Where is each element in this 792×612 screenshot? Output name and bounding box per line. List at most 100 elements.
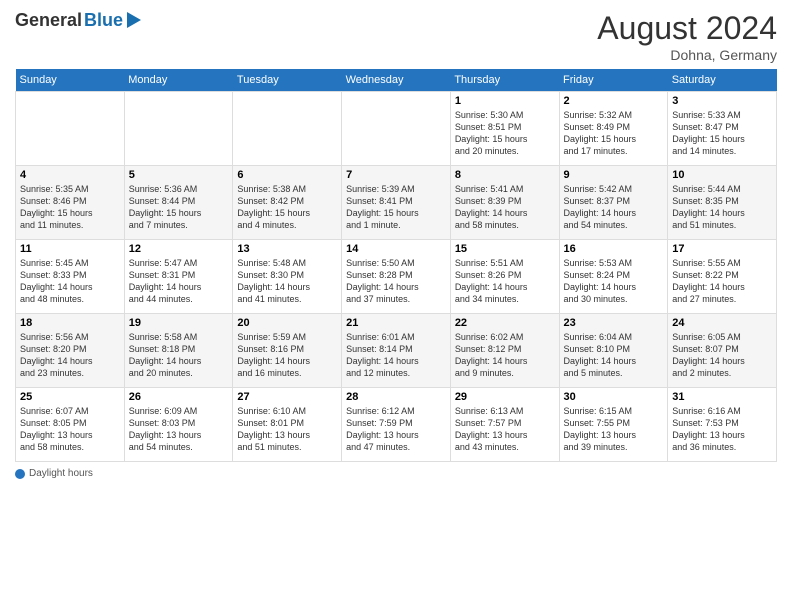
calendar-cell: 22Sunrise: 6:02 AM Sunset: 8:12 PM Dayli… bbox=[450, 314, 559, 388]
footer-label: Daylight hours bbox=[29, 468, 93, 479]
day-info: Sunrise: 5:38 AM Sunset: 8:42 PM Dayligh… bbox=[237, 183, 337, 232]
day-info: Sunrise: 5:48 AM Sunset: 8:30 PM Dayligh… bbox=[237, 257, 337, 306]
calendar-cell bbox=[233, 92, 342, 166]
day-info: Sunrise: 6:02 AM Sunset: 8:12 PM Dayligh… bbox=[455, 331, 555, 380]
day-number: 13 bbox=[237, 243, 337, 255]
calendar-cell: 31Sunrise: 6:16 AM Sunset: 7:53 PM Dayli… bbox=[668, 388, 777, 462]
day-info: Sunrise: 5:36 AM Sunset: 8:44 PM Dayligh… bbox=[129, 183, 229, 232]
day-number: 7 bbox=[346, 169, 446, 181]
calendar-week-row: 1 Sunrise: 5:30 AM Sunset: 8:51 PM Daylig… bbox=[16, 92, 777, 166]
calendar-week-row: 11Sunrise: 5:45 AM Sunset: 8:33 PM Dayli… bbox=[16, 240, 777, 314]
day-number: 26 bbox=[129, 391, 229, 403]
page-container: General Blue August 2024 Dohna, Germany … bbox=[0, 0, 792, 612]
day-info: Sunrise: 5:30 AM Sunset: 8:51 PM Dayligh… bbox=[455, 109, 555, 158]
footer: Daylight hours bbox=[15, 468, 777, 479]
day-number: 17 bbox=[672, 243, 772, 255]
calendar-header-friday: Friday bbox=[559, 69, 668, 92]
calendar-cell: 8Sunrise: 5:41 AM Sunset: 8:39 PM Daylig… bbox=[450, 166, 559, 240]
logo-blue-text: Blue bbox=[84, 10, 123, 31]
day-number: 14 bbox=[346, 243, 446, 255]
day-number: 28 bbox=[346, 391, 446, 403]
calendar-cell: 23Sunrise: 6:04 AM Sunset: 8:10 PM Dayli… bbox=[559, 314, 668, 388]
calendar-cell bbox=[342, 92, 451, 166]
day-number: 10 bbox=[672, 169, 772, 181]
calendar-header-monday: Monday bbox=[124, 69, 233, 92]
day-number: 24 bbox=[672, 317, 772, 329]
day-number: 9 bbox=[564, 169, 664, 181]
logo-general-text: General bbox=[15, 10, 82, 31]
month-title: August 2024 bbox=[597, 10, 777, 47]
calendar-cell: 27Sunrise: 6:10 AM Sunset: 8:01 PM Dayli… bbox=[233, 388, 342, 462]
day-number: 5 bbox=[129, 169, 229, 181]
day-number: 3 bbox=[672, 95, 772, 107]
day-info: Sunrise: 6:13 AM Sunset: 7:57 PM Dayligh… bbox=[455, 405, 555, 454]
day-info: Sunrise: 5:39 AM Sunset: 8:41 PM Dayligh… bbox=[346, 183, 446, 232]
logo-arrow-icon bbox=[127, 12, 141, 28]
day-info: Sunrise: 5:55 AM Sunset: 8:22 PM Dayligh… bbox=[672, 257, 772, 306]
day-info: Sunrise: 6:07 AM Sunset: 8:05 PM Dayligh… bbox=[20, 405, 120, 454]
calendar-header-thursday: Thursday bbox=[450, 69, 559, 92]
calendar-cell: 30 Sunrise: 6:15 AM Sunset: 7:55 PM Dayli… bbox=[559, 388, 668, 462]
day-info: Sunrise: 6:16 AM Sunset: 7:53 PM Dayligh… bbox=[672, 405, 772, 454]
calendar-cell: 19Sunrise: 5:58 AM Sunset: 8:18 PM Dayli… bbox=[124, 314, 233, 388]
day-info: Sunrise: 5:51 AM Sunset: 8:26 PM Dayligh… bbox=[455, 257, 555, 306]
daylight-icon bbox=[15, 469, 25, 479]
day-number: 6 bbox=[237, 169, 337, 181]
day-number: 30 bbox=[564, 391, 664, 403]
day-info: Sunrise: 5:41 AM Sunset: 8:39 PM Dayligh… bbox=[455, 183, 555, 232]
day-number: 25 bbox=[20, 391, 120, 403]
header: General Blue August 2024 Dohna, Germany bbox=[15, 10, 777, 63]
title-section: August 2024 Dohna, Germany bbox=[597, 10, 777, 63]
day-number: 29 bbox=[455, 391, 555, 403]
day-info: Sunrise: 6:05 AM Sunset: 8:07 PM Dayligh… bbox=[672, 331, 772, 380]
day-info: Sunrise: 5:33 AM Sunset: 8:47 PM Dayligh… bbox=[672, 109, 772, 158]
location-text: Dohna, Germany bbox=[597, 47, 777, 63]
day-number: 12 bbox=[129, 243, 229, 255]
calendar-cell: 21Sunrise: 6:01 AM Sunset: 8:14 PM Dayli… bbox=[342, 314, 451, 388]
calendar-header-tuesday: Tuesday bbox=[233, 69, 342, 92]
calendar-table: SundayMondayTuesdayWednesdayThursdayFrid… bbox=[15, 69, 777, 462]
day-number: 18 bbox=[20, 317, 120, 329]
day-info: Sunrise: 5:42 AM Sunset: 8:37 PM Dayligh… bbox=[564, 183, 664, 232]
day-number: 21 bbox=[346, 317, 446, 329]
calendar-cell: 10 Sunrise: 5:44 AM Sunset: 8:35 PM Dayli… bbox=[668, 166, 777, 240]
day-info: Sunrise: 5:35 AM Sunset: 8:46 PM Dayligh… bbox=[20, 183, 120, 232]
calendar-cell: 7 Sunrise: 5:39 AM Sunset: 8:41 PM Daylig… bbox=[342, 166, 451, 240]
calendar-cell: 17 Sunrise: 5:55 AM Sunset: 8:22 PM Dayli… bbox=[668, 240, 777, 314]
calendar-cell: 2Sunrise: 5:32 AM Sunset: 8:49 PM Daylig… bbox=[559, 92, 668, 166]
calendar-header-saturday: Saturday bbox=[668, 69, 777, 92]
calendar-cell: 3 Sunrise: 5:33 AM Sunset: 8:47 PM Daylig… bbox=[668, 92, 777, 166]
calendar-week-row: 25 Sunrise: 6:07 AM Sunset: 8:05 PM Dayli… bbox=[16, 388, 777, 462]
calendar-cell: 11Sunrise: 5:45 AM Sunset: 8:33 PM Dayli… bbox=[16, 240, 125, 314]
day-number: 16 bbox=[564, 243, 664, 255]
day-info: Sunrise: 5:32 AM Sunset: 8:49 PM Dayligh… bbox=[564, 109, 664, 158]
day-info: Sunrise: 5:53 AM Sunset: 8:24 PM Dayligh… bbox=[564, 257, 664, 306]
calendar-cell: 26 Sunrise: 6:09 AM Sunset: 8:03 PM Dayli… bbox=[124, 388, 233, 462]
calendar-cell: 24 Sunrise: 6:05 AM Sunset: 8:07 PM Dayli… bbox=[668, 314, 777, 388]
calendar-cell: 12Sunrise: 5:47 AM Sunset: 8:31 PM Dayli… bbox=[124, 240, 233, 314]
day-info: Sunrise: 6:10 AM Sunset: 8:01 PM Dayligh… bbox=[237, 405, 337, 454]
calendar-cell: 20Sunrise: 5:59 AM Sunset: 8:16 PM Dayli… bbox=[233, 314, 342, 388]
calendar-cell: 9 Sunrise: 5:42 AM Sunset: 8:37 PM Daylig… bbox=[559, 166, 668, 240]
calendar-cell: 15 Sunrise: 5:51 AM Sunset: 8:26 PM Dayli… bbox=[450, 240, 559, 314]
calendar-cell: 6 Sunrise: 5:38 AM Sunset: 8:42 PM Daylig… bbox=[233, 166, 342, 240]
calendar-header-sunday: Sunday bbox=[16, 69, 125, 92]
calendar-header-wednesday: Wednesday bbox=[342, 69, 451, 92]
day-info: Sunrise: 5:50 AM Sunset: 8:28 PM Dayligh… bbox=[346, 257, 446, 306]
day-number: 1 bbox=[455, 95, 555, 107]
day-info: Sunrise: 6:15 AM Sunset: 7:55 PM Dayligh… bbox=[564, 405, 664, 454]
day-number: 4 bbox=[20, 169, 120, 181]
day-info: Sunrise: 5:44 AM Sunset: 8:35 PM Dayligh… bbox=[672, 183, 772, 232]
calendar-header-row: SundayMondayTuesdayWednesdayThursdayFrid… bbox=[16, 69, 777, 92]
day-number: 15 bbox=[455, 243, 555, 255]
day-number: 19 bbox=[129, 317, 229, 329]
day-number: 23 bbox=[564, 317, 664, 329]
calendar-cell: 13 Sunrise: 5:48 AM Sunset: 8:30 PM Dayli… bbox=[233, 240, 342, 314]
calendar-cell: 1 Sunrise: 5:30 AM Sunset: 8:51 PM Daylig… bbox=[450, 92, 559, 166]
calendar-cell: 28Sunrise: 6:12 AM Sunset: 7:59 PM Dayli… bbox=[342, 388, 451, 462]
calendar-cell bbox=[124, 92, 233, 166]
day-info: Sunrise: 6:09 AM Sunset: 8:03 PM Dayligh… bbox=[129, 405, 229, 454]
calendar-cell: 16 Sunrise: 5:53 AM Sunset: 8:24 PM Dayli… bbox=[559, 240, 668, 314]
day-number: 20 bbox=[237, 317, 337, 329]
calendar-cell: 4 Sunrise: 5:35 AM Sunset: 8:46 PM Daylig… bbox=[16, 166, 125, 240]
